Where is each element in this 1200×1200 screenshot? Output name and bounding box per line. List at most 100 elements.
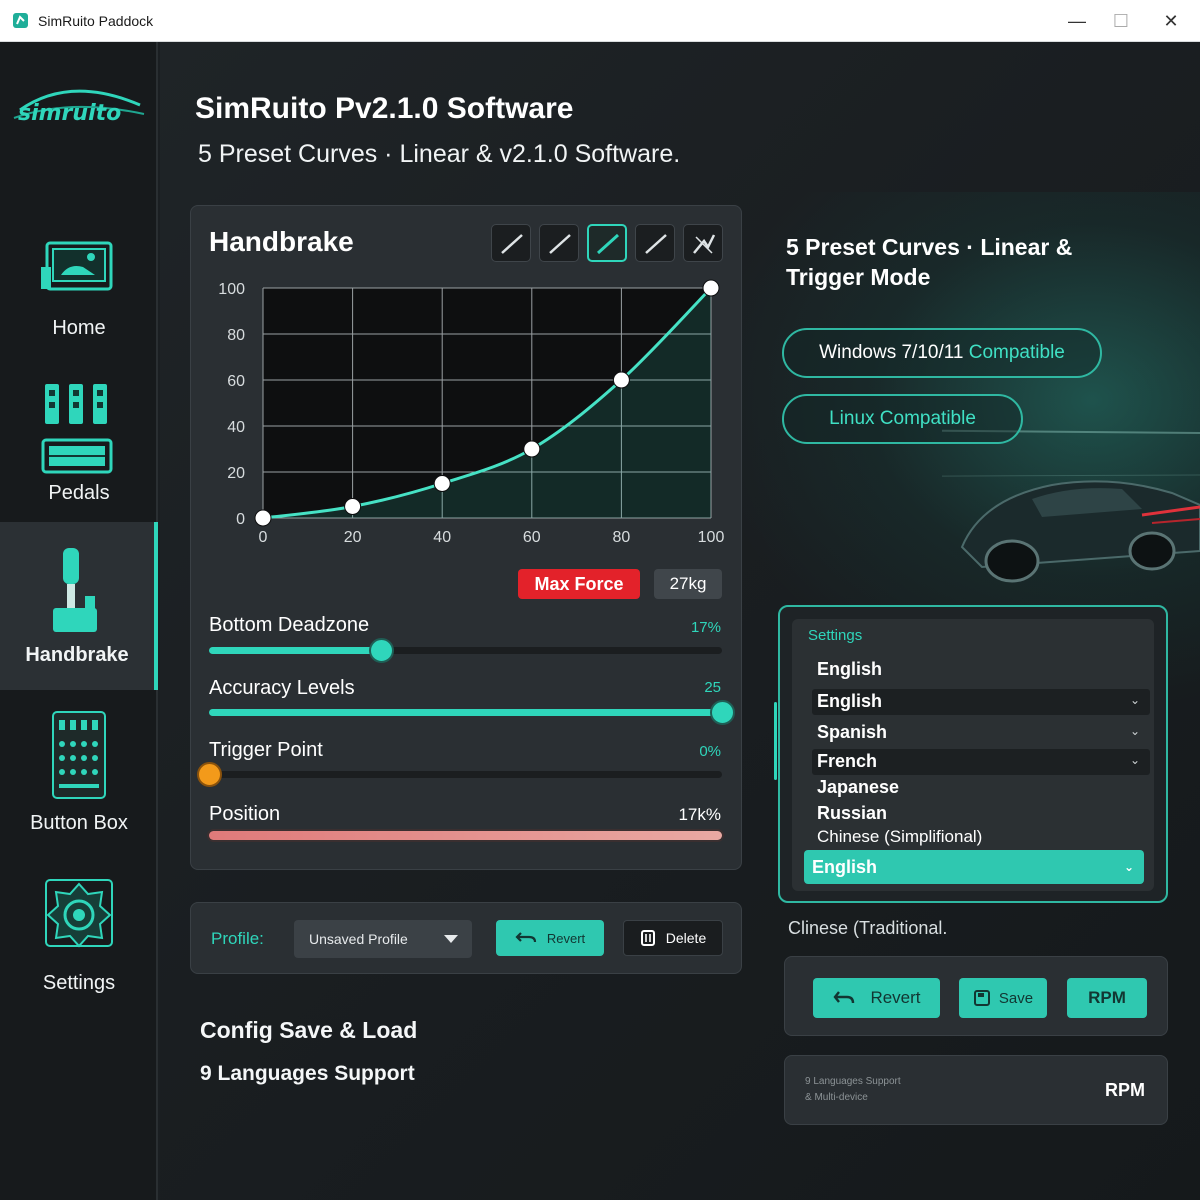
info-card: 9 Languages Support & Multi-device RPM: [784, 1055, 1168, 1125]
chevron-down-icon: ⌄: [1129, 724, 1140, 738]
revert-button[interactable]: Revert: [813, 978, 940, 1018]
language-option[interactable]: Chinese (Simplifional): [817, 827, 982, 847]
windows-compatible-badge: Windows 7/10/11 Compatible: [782, 328, 1102, 378]
x-tick-label: 0: [259, 529, 268, 546]
sidebar-item-pedals[interactable]: Pedals: [0, 380, 158, 510]
footer-line-2: & Multi-device: [805, 1092, 868, 1103]
linear-curve-icon: [596, 233, 620, 255]
close-icon: ✕: [1163, 10, 1179, 31]
trigger-point-slider[interactable]: [197, 762, 722, 787]
brand-logo: simruito: [13, 89, 145, 126]
language-selected[interactable]: English ⌄: [804, 850, 1144, 884]
max-force-value[interactable]: 27kg: [654, 569, 722, 599]
slider-thumb[interactable]: [197, 762, 222, 787]
save-icon: [973, 990, 990, 1006]
y-tick-label: 60: [227, 373, 245, 390]
save-button[interactable]: Save: [959, 978, 1047, 1018]
y-tick-label: 80: [227, 327, 245, 344]
save-label: Save: [998, 989, 1034, 1007]
accuracy-levels-value: 25: [704, 679, 721, 696]
language-selected-label: English: [812, 856, 878, 877]
sidebar-item-button-box[interactable]: Button Box: [0, 710, 158, 840]
language-option[interactable]: Russian: [817, 803, 887, 824]
language-option[interactable]: English: [817, 659, 882, 680]
sidebar-item-handbrake[interactable]: Handbrake: [0, 522, 158, 690]
y-tick-label: 20: [227, 465, 245, 482]
slider-thumb[interactable]: [368, 638, 394, 663]
page-subtitle: 5 Preset Curves · Linear & v2.1.0 Softwa…: [198, 140, 681, 168]
profile-selected-value: Unsaved Profile: [309, 931, 408, 947]
language-option[interactable]: Spanish: [817, 722, 887, 743]
curve-control-point[interactable]: [254, 509, 272, 527]
bottom-deadzone-slider[interactable]: [209, 638, 722, 663]
maximize-icon: ☐: [1112, 10, 1130, 31]
accuracy-levels-label: Accuracy Levels: [209, 677, 355, 699]
curve-control-point[interactable]: [344, 498, 362, 515]
sidebar: simruito Home Pedals Handbrake Button Bo…: [0, 42, 158, 1200]
slider-thumb[interactable]: [710, 700, 735, 725]
curve-preset-3-button[interactable]: [587, 224, 627, 262]
footer-line-1: 9 Languages Support: [805, 1076, 901, 1087]
trigger-curve-icon: [693, 234, 716, 254]
dropdown-caret-icon: [444, 935, 458, 943]
title-bar: SimRuito Paddock — ☐ ✕: [0, 0, 1200, 42]
curve-preset-2-button[interactable]: [539, 224, 579, 262]
delete-label: Delete: [665, 930, 707, 946]
button-box-icon: [52, 711, 106, 799]
chevron-down-icon: ⌄: [1123, 860, 1134, 874]
undo-icon: [833, 991, 855, 1004]
linux-compatible-badge: Linux Compatible: [782, 394, 1023, 444]
sidebar-item-label: Settings: [42, 972, 116, 994]
profile-dropdown[interactable]: Unsaved Profile: [294, 920, 472, 958]
page-title: SimRuito Pv2.1.0 Software: [195, 92, 574, 125]
sidebar-item-settings[interactable]: Settings: [0, 876, 158, 996]
handbrake-icon: [53, 548, 97, 632]
language-option[interactable]: French: [817, 751, 877, 772]
curve-preset-4-button[interactable]: [635, 224, 675, 262]
linear-curve-icon: [501, 234, 523, 254]
slider-fill: [209, 709, 722, 716]
rpm-label: RPM: [1088, 988, 1126, 1007]
slider-fill: [209, 647, 381, 654]
sidebar-item-label: Button Box: [30, 812, 128, 834]
footer-rpm: RPM: [1105, 1080, 1145, 1100]
language-option[interactable]: English: [817, 691, 882, 712]
settings-icon: [45, 879, 113, 948]
chevron-down-icon: ⌄: [1129, 753, 1140, 767]
profile-revert-button[interactable]: Revert: [496, 920, 604, 956]
app-icon: [13, 13, 28, 28]
feature-languages: 9 Languages Support: [200, 1062, 415, 1085]
trigger-point-value: 0%: [699, 743, 721, 760]
panel-title: Handbrake: [209, 226, 354, 257]
curve-control-point[interactable]: [702, 279, 720, 297]
minimize-button[interactable]: —: [1054, 0, 1100, 42]
revert-label: Revert: [546, 930, 586, 946]
x-tick-label: 60: [523, 529, 541, 546]
maximize-button[interactable]: ☐: [1098, 0, 1144, 42]
trigger-mode-button[interactable]: [683, 224, 723, 262]
linux-label: Linux Compatible: [829, 408, 976, 429]
window-title: SimRuito Paddock: [38, 13, 154, 29]
sports-car-illustration: [942, 429, 1200, 583]
main-content: SimRuito Pv2.1.0 Software 5 Preset Curve…: [160, 42, 1200, 1200]
sidebar-item-home[interactable]: Home: [0, 237, 158, 357]
profile-delete-button[interactable]: Delete: [623, 920, 723, 956]
rpm-button[interactable]: RPM: [1067, 978, 1147, 1018]
trigger-point-label: Trigger Point: [209, 739, 323, 761]
scrollbar-thumb[interactable]: [774, 702, 777, 780]
windows-label: Windows 7/10/11: [819, 342, 964, 363]
language-option-traditional[interactable]: Clinese (Traditional.: [788, 918, 947, 939]
position-value: 17k%: [678, 805, 721, 824]
close-button[interactable]: ✕: [1148, 0, 1194, 42]
x-tick-label: 80: [613, 529, 631, 546]
handbrake-panel: Handbrake 0 20 40 60 80 100 0 20 40 60 80 100 Max F…: [190, 205, 742, 870]
language-option[interactable]: Japanese: [817, 777, 899, 798]
accuracy-levels-slider[interactable]: [209, 700, 735, 725]
curve-control-point[interactable]: [523, 440, 541, 458]
curve-control-point[interactable]: [612, 371, 630, 389]
curve-preset-1-button[interactable]: [491, 224, 531, 262]
compatible-label: Compatible: [968, 342, 1065, 363]
sidebar-item-label: Handbrake: [25, 644, 129, 666]
force-curve-chart[interactable]: 0 20 40 60 80 100 0 20 40 60 80 100: [191, 276, 741, 556]
curve-control-point[interactable]: [433, 475, 451, 492]
